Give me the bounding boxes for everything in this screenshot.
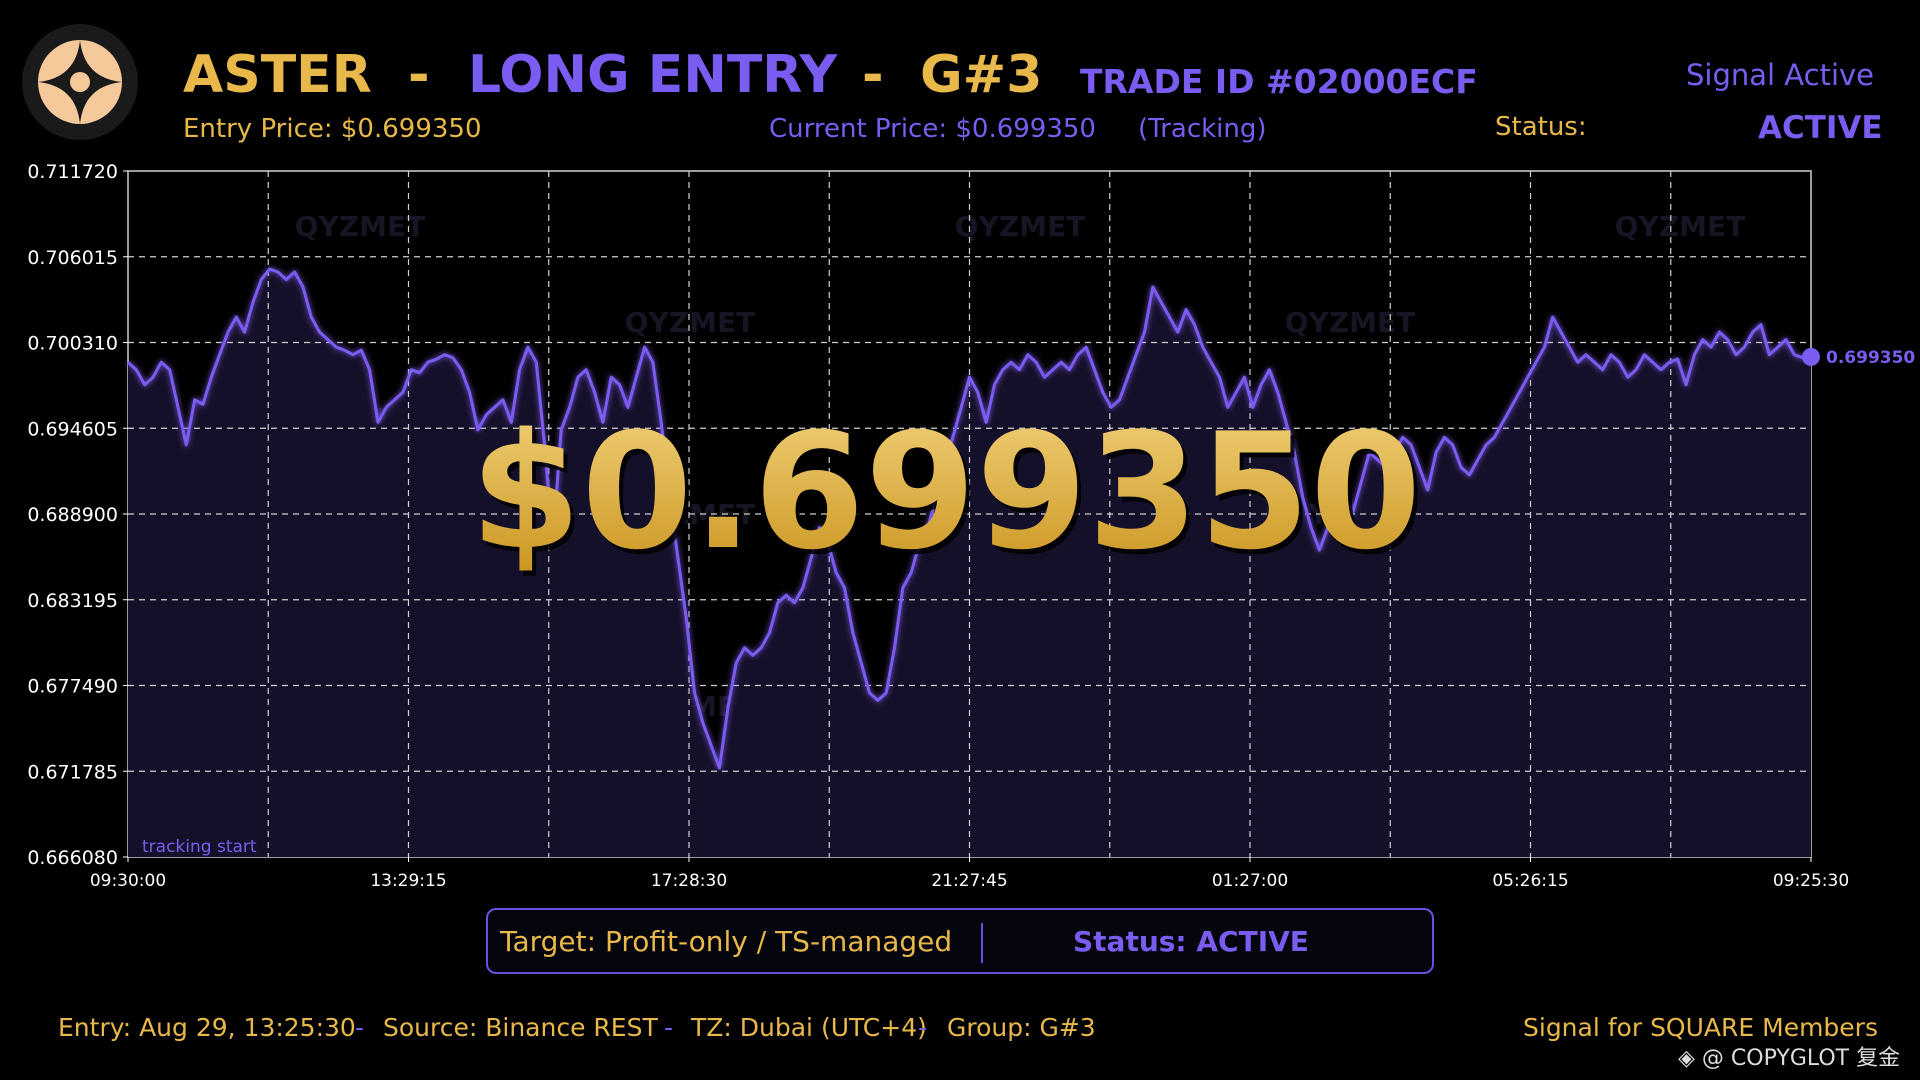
y-tick-label: 0.711720 (27, 161, 118, 183)
current-price: Current Price: $0.699350 (769, 114, 1096, 144)
y-axis-ticks: 0.711720 0.706015 0.700310 0.694605 0.688900… (27, 161, 128, 869)
x-tick-label: 09:30:00 (90, 871, 166, 891)
x-axis-ticks: 09:30:00 13:29:15 17:28:30 21:27:45 01:27:00… (90, 857, 1849, 891)
trade-id: TRADE ID #02000ECF (1080, 62, 1478, 101)
last-value-marker (1802, 347, 1820, 366)
watermark-text: QYZMET (955, 210, 1085, 243)
footer-entry: Entry: Aug 29, 13:25:30 (58, 1013, 356, 1042)
watermark-text: QYZMET (625, 306, 755, 339)
target-box: Target: Profit-only / TS-managed Status:… (486, 908, 1434, 974)
x-tick-label: 01:27:00 (1212, 871, 1288, 891)
title-separator: - (408, 45, 430, 105)
y-tick-label: 0.706015 (27, 247, 118, 269)
copyright-text: @ COPYGLOT 复金 (1701, 1046, 1901, 1071)
watermark-text: QYZMET (1615, 210, 1745, 243)
footer-separator: - (664, 1013, 674, 1042)
group-title: G#3 (920, 45, 1043, 105)
signal-state: Signal Active (1686, 58, 1875, 92)
entry-price: Entry Price: $0.699350 (183, 114, 482, 144)
tracking-label: (Tracking) (1138, 114, 1267, 144)
footer-source: Source: Binance REST (383, 1013, 658, 1042)
x-tick-label: 09:25:30 (1773, 871, 1849, 891)
y-tick-label: 0.677490 (27, 676, 118, 698)
x-tick-label: 21:27:45 (931, 871, 1007, 891)
y-tick-label: 0.683195 (27, 590, 118, 612)
y-tick-label: 0.666080 (27, 847, 118, 869)
symbol-title: ASTER (183, 45, 372, 105)
y-tick-label: 0.700310 (27, 333, 118, 355)
status-value: ACTIVE (1758, 110, 1883, 146)
footer-separator: - (918, 1013, 928, 1042)
footer-group: Group: G#3 (947, 1013, 1096, 1042)
diamond-icon: ◈ (1678, 1046, 1695, 1071)
tracking-start-annotation: tracking start (142, 837, 257, 857)
title-separator: - (862, 45, 884, 105)
x-tick-label: 05:26:15 (1492, 871, 1568, 891)
box-divider (981, 923, 983, 963)
y-tick-label: 0.694605 (27, 418, 118, 440)
copyright: ◈ @ COPYGLOT 复金 (1678, 1040, 1900, 1072)
footer-members: Signal for SQUARE Members (1523, 1013, 1878, 1042)
x-tick-label: 17:28:30 (651, 871, 727, 891)
footer-separator: - (355, 1013, 365, 1042)
box-status: Status: ACTIVE (1073, 925, 1309, 958)
watermark-text: QYZMET (1285, 306, 1415, 339)
status-label: Status: (1495, 112, 1587, 142)
y-tick-label: 0.688900 (27, 504, 118, 526)
direction-title: LONG ENTRY (468, 45, 838, 105)
footer-timezone: TZ: Dubai (UTC+4) (691, 1013, 927, 1042)
target-text: Target: Profit-only / TS-managed (500, 925, 953, 958)
aster-logo-icon (22, 24, 138, 140)
y-tick-label: 0.671785 (27, 761, 118, 783)
watermark-text: QYZMET (295, 210, 425, 243)
current-price-overlay: $0.699350 (470, 398, 1422, 585)
last-value-label: 0.699350 (1826, 348, 1915, 368)
x-tick-label: 13:29:15 (370, 871, 446, 891)
